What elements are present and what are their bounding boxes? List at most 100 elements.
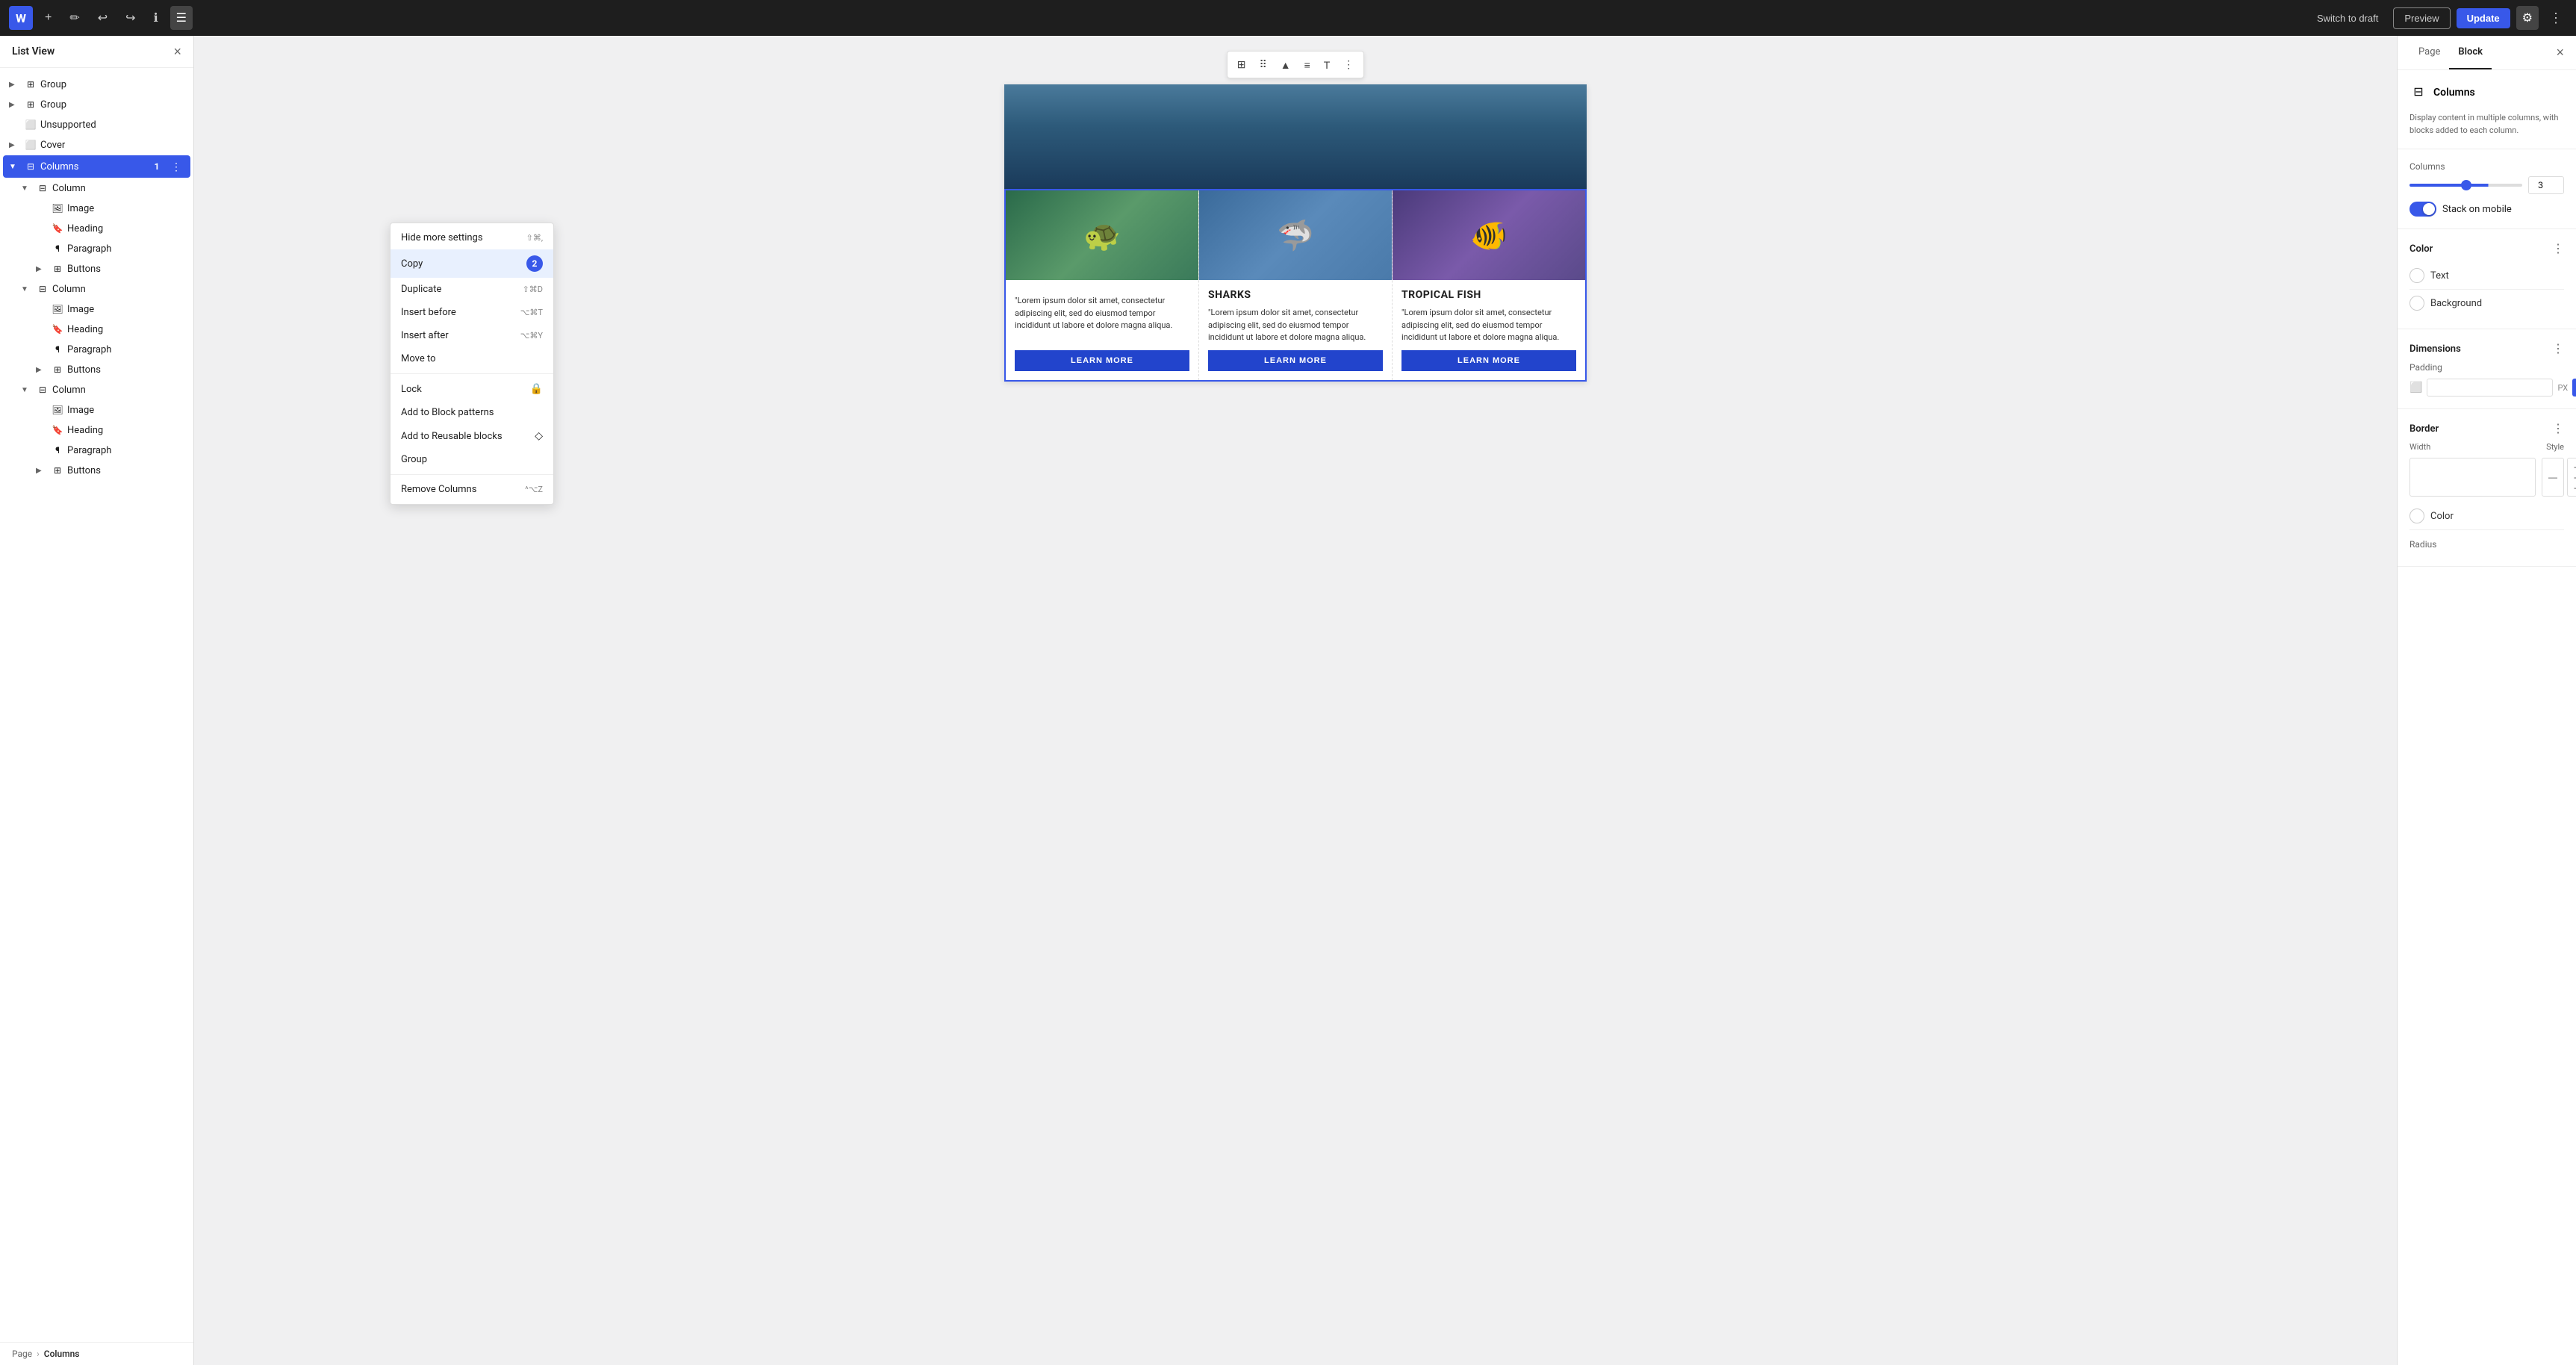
- color-section-options[interactable]: ⋮: [2552, 241, 2564, 256]
- ctx-duplicate[interactable]: Duplicate ⇧⌘D: [391, 278, 553, 301]
- panel-close-button[interactable]: ×: [2556, 45, 2564, 60]
- sidebar-item-paragraph2[interactable]: ¶ Paragraph: [3, 340, 190, 359]
- sidebar-item-image3[interactable]: 🖼 Image: [3, 400, 190, 420]
- sidebar-item-image2[interactable]: 🖼 Image: [3, 299, 190, 319]
- edit-button[interactable]: ✏: [63, 6, 85, 30]
- sidebar-tree: ▶ ⊞ Group ▶ ⊞ Group ⬜ Unsupported ▶ ⬜ Co…: [0, 68, 193, 1342]
- sidebar-item-paragraph3[interactable]: ¶ Paragraph: [3, 441, 190, 460]
- sidebar-item-cover[interactable]: ▶ ⬜ Cover: [3, 135, 190, 155]
- drag-handle-button[interactable]: ⠿: [1254, 55, 1272, 75]
- column-block-icon: ⊟: [36, 181, 49, 195]
- columns-block[interactable]: 🐢 "Lorem ipsum dolor sit amet, consectet…: [1004, 189, 1587, 382]
- sidebar-item-unsupported[interactable]: ⬜ Unsupported: [3, 115, 190, 134]
- undo-button[interactable]: ↩: [92, 6, 113, 30]
- ctx-hide-settings[interactable]: Hide more settings ⇧⌘,: [391, 226, 553, 249]
- columns-number-input[interactable]: [2528, 176, 2564, 194]
- border-section-options[interactable]: ⋮: [2552, 421, 2564, 436]
- ctx-copy[interactable]: Copy 2: [391, 249, 553, 278]
- column-2-learn-more-button[interactable]: LEARN MORE: [1208, 350, 1383, 371]
- expand-icon: ▼: [21, 184, 33, 193]
- sidebar-item-column3[interactable]: ▼ ⊟ Column: [3, 380, 190, 399]
- sidebar-item-group1[interactable]: ▶ ⊞ Group: [3, 75, 190, 94]
- heading-block-icon: 🔖: [51, 323, 64, 336]
- ctx-lock[interactable]: Lock 🔒: [391, 377, 553, 401]
- padding-label: Padding: [2409, 362, 2564, 373]
- ctx-add-reusable[interactable]: Add to Reusable blocks ◇: [391, 424, 553, 448]
- columns-slider[interactable]: [2409, 184, 2522, 187]
- border-style-solid-button[interactable]: —: [2542, 458, 2564, 497]
- block-info-section: ⊟ Columns Display content in multiple co…: [2398, 70, 2576, 149]
- ctx-remove[interactable]: Remove Columns ^⌥Z: [391, 478, 553, 501]
- background-color-row[interactable]: Background: [2409, 290, 2564, 317]
- add-block-button[interactable]: +: [39, 7, 57, 29]
- group-block-icon: ⊞: [24, 98, 37, 111]
- sidebar-item-image1[interactable]: 🖼 Image: [3, 199, 190, 218]
- sidebar-close-button[interactable]: ×: [173, 45, 181, 58]
- info-button[interactable]: ℹ: [148, 6, 164, 30]
- redo-button[interactable]: ↪: [119, 6, 141, 30]
- sidebar-item-column2[interactable]: ▼ ⊟ Column: [3, 279, 190, 299]
- tab-page[interactable]: Page: [2409, 36, 2449, 69]
- column-2: 🦈 SHARKS "Lorem ipsum dolor sit amet, co…: [1199, 190, 1393, 380]
- list-view-button[interactable]: ☰: [170, 6, 193, 30]
- switch-draft-button[interactable]: Switch to draft: [2308, 8, 2387, 28]
- color-section-header: Color ⋮: [2409, 241, 2564, 256]
- more-options-button[interactable]: ⋮: [2545, 6, 2567, 31]
- columns-block-icon: ⊟: [24, 160, 37, 173]
- sidebar-item-heading1[interactable]: 🔖 Heading: [3, 219, 190, 238]
- background-color-label: Background: [2430, 298, 2482, 309]
- expand-icon: ▶: [9, 81, 21, 89]
- ctx-lock-label: Lock: [401, 384, 422, 395]
- item-label: Heading: [67, 425, 184, 436]
- sidebar-item-buttons3[interactable]: ▶ ⊞ Buttons: [3, 461, 190, 480]
- ctx-remove-label: Remove Columns: [401, 484, 476, 495]
- badge-1: 1: [149, 158, 165, 175]
- preview-button[interactable]: Preview: [2393, 7, 2450, 29]
- ctx-move-to[interactable]: Move to: [391, 347, 553, 370]
- padding-input[interactable]: [2427, 379, 2553, 397]
- stack-on-mobile-toggle[interactable]: [2409, 202, 2436, 217]
- item-label: Group: [40, 99, 184, 111]
- align-button[interactable]: ≡: [1299, 55, 1316, 75]
- border-width-input[interactable]: [2409, 458, 2536, 497]
- ctx-duplicate-shortcut: ⇧⌘D: [523, 284, 543, 294]
- ctx-insert-after[interactable]: Insert after ⌥⌘Y: [391, 324, 553, 347]
- ctx-add-block-patterns[interactable]: Add to Block patterns: [391, 401, 553, 424]
- change-block-type-button[interactable]: ⊞: [1232, 55, 1251, 75]
- settings-button[interactable]: ⚙: [2516, 6, 2539, 30]
- dimensions-section-options[interactable]: ⋮: [2552, 341, 2564, 356]
- block-more-button[interactable]: ⋮: [1338, 55, 1359, 75]
- sidebar-item-buttons1[interactable]: ▶ ⊞ Buttons: [3, 259, 190, 279]
- move-up-button[interactable]: ▲: [1275, 55, 1296, 75]
- ctx-insert-before[interactable]: Insert before ⌥⌘T: [391, 301, 553, 324]
- sidebar-item-column1[interactable]: ▼ ⊟ Column: [3, 178, 190, 198]
- list-view-panel: List View × ▶ ⊞ Group ▶ ⊞ Group ⬜ Unsupp…: [0, 36, 194, 1365]
- sidebar-item-heading2[interactable]: 🔖 Heading: [3, 320, 190, 339]
- sidebar-item-heading3[interactable]: 🔖 Heading: [3, 420, 190, 440]
- sidebar-item-buttons2[interactable]: ▶ ⊞ Buttons: [3, 360, 190, 379]
- column-1-learn-more-button[interactable]: LEARN MORE: [1015, 350, 1189, 371]
- item-label: Column: [52, 385, 184, 396]
- columns-options-button[interactable]: ⋮: [168, 161, 184, 173]
- block-name: Columns: [2433, 87, 2475, 99]
- ctx-insert-before-shortcut: ⌥⌘T: [520, 308, 543, 317]
- sidebar-item-paragraph1[interactable]: ¶ Paragraph: [3, 239, 190, 258]
- column-3-image: 🐠: [1393, 190, 1585, 280]
- breadcrumb-page[interactable]: Page: [12, 1349, 32, 1359]
- panel-tabs: Page Block ×: [2398, 36, 2576, 70]
- sidebar-item-group2[interactable]: ▶ ⊞ Group: [3, 95, 190, 114]
- border-color-row[interactable]: Color: [2409, 503, 2564, 530]
- padding-link-button[interactable]: 🔗: [2572, 379, 2576, 397]
- right-panel: Page Block × ⊟ Columns Display content i…: [2397, 36, 2576, 1365]
- column-3-learn-more-button[interactable]: LEARN MORE: [1401, 350, 1576, 371]
- border-style-dashed-button[interactable]: ---: [2567, 458, 2576, 497]
- transform-button[interactable]: T: [1319, 55, 1336, 75]
- expand-icon: ▼: [9, 163, 21, 171]
- tab-block[interactable]: Block: [2449, 36, 2492, 69]
- sidebar-item-columns[interactable]: ▼ ⊟ Columns 1 ⋮: [3, 155, 190, 178]
- update-button[interactable]: Update: [2457, 8, 2510, 28]
- column-block-icon: ⊟: [36, 282, 49, 296]
- ctx-group[interactable]: Group: [391, 448, 553, 471]
- image-block-icon: 🖼: [51, 202, 64, 215]
- text-color-row[interactable]: Text: [2409, 262, 2564, 290]
